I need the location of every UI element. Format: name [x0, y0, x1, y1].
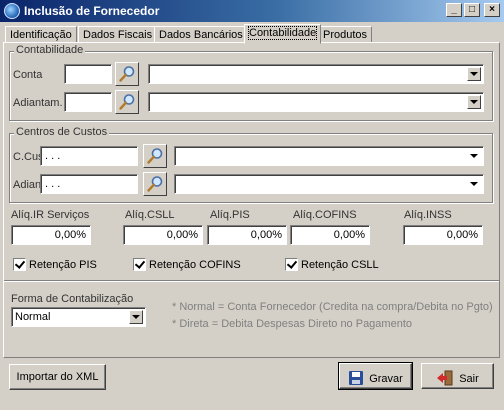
- retencao-csll-checkbox[interactable]: Retenção CSLL: [285, 258, 379, 271]
- tab-contabilidade[interactable]: Contabilidade: [244, 24, 322, 44]
- centros-de-custos-group: Centros de Custos C.Custo . . . Adiantam…: [9, 126, 493, 203]
- aliq-pis-input[interactable]: 0,00%: [207, 225, 287, 245]
- chevron-down-icon[interactable]: [467, 177, 481, 191]
- aliq-csll-label: Alíq.CSLL: [125, 209, 175, 221]
- aliq-ir-servicos-input[interactable]: 0,00%: [11, 225, 91, 245]
- ccusto-description-combo[interactable]: [174, 146, 484, 166]
- gravar-button[interactable]: Gravar: [338, 362, 413, 390]
- title-bar: Inclusão de Fornecedor _ □ ×: [0, 0, 504, 22]
- sair-button[interactable]: Sair: [421, 363, 494, 389]
- aliq-pis-label: Alíq.PIS: [210, 209, 250, 221]
- contabilidade-group: Contabilidade Conta Adiantam.: [9, 44, 493, 121]
- floppy-disk-icon: [348, 370, 364, 389]
- aliq-ir-servicos-label: Alíq.IR Serviços: [11, 209, 90, 221]
- forma-contabilizacao-label: Forma de Contabilização: [11, 293, 134, 305]
- tab-pane-contabilidade: Contabilidade Conta Adiantam. Centros de…: [3, 42, 500, 358]
- separator: [4, 280, 499, 282]
- aliq-inss-label: Alíq.INSS: [404, 209, 452, 221]
- window-title: Inclusão de Fornecedor: [24, 4, 160, 18]
- aliq-csll-input[interactable]: 0,00%: [123, 225, 203, 245]
- ccusto-adiantamento-search-button[interactable]: [143, 172, 167, 196]
- chevron-down-icon[interactable]: [467, 95, 481, 109]
- aliq-cofins-input[interactable]: 0,00%: [290, 225, 370, 245]
- conta-code-input[interactable]: [64, 64, 112, 84]
- forma-note-normal: * Normal = Conta Fornecedor (Credita na …: [172, 301, 493, 313]
- contabilidade-legend: Contabilidade: [14, 44, 86, 56]
- ccusto-code-input[interactable]: . . .: [40, 146, 138, 166]
- exit-door-icon: [436, 370, 454, 389]
- chevron-down-icon[interactable]: [467, 67, 481, 81]
- tab-dados-bancarios[interactable]: Dados Bancários: [154, 26, 248, 43]
- maximize-button[interactable]: □: [464, 3, 480, 17]
- magnifier-icon: [119, 66, 135, 82]
- conta-search-button[interactable]: [115, 62, 139, 86]
- conta-label: Conta: [13, 69, 43, 81]
- minimize-button[interactable]: _: [446, 3, 462, 17]
- magnifier-icon: [147, 148, 163, 164]
- retencao-pis-checkbox[interactable]: Retenção PIS: [13, 258, 97, 271]
- importar-xml-button[interactable]: Importar do XML: [9, 364, 106, 390]
- tab-dados-fiscais[interactable]: Dados Fiscais: [78, 26, 158, 43]
- tab-identificacao[interactable]: Identificação: [5, 26, 77, 43]
- window: Inclusão de Fornecedor _ □ × Identificaç…: [0, 0, 504, 410]
- retencao-cofins-checkbox[interactable]: Retenção COFINS: [133, 258, 241, 271]
- checkbox-checked-icon[interactable]: [133, 258, 146, 271]
- conta-adiantamento-label: Adiantam.: [13, 97, 63, 109]
- centros-de-custos-legend: Centros de Custos: [14, 126, 110, 138]
- close-button[interactable]: ×: [484, 3, 500, 17]
- aliq-cofins-label: Alíq.COFINS: [293, 209, 357, 221]
- ccusto-adiantamento-code-input[interactable]: . . .: [40, 174, 138, 194]
- checkbox-checked-icon[interactable]: [285, 258, 298, 271]
- conta-description-combo[interactable]: [148, 64, 484, 84]
- conta-adiantamento-search-button[interactable]: [115, 90, 139, 114]
- checkbox-checked-icon[interactable]: [13, 258, 26, 271]
- forma-note-direta: * Direta = Debita Despesas Direto no Pag…: [172, 318, 412, 330]
- conta-adiantamento-code-input[interactable]: [64, 92, 112, 112]
- forma-contabilizacao-select[interactable]: Normal: [11, 307, 146, 327]
- aliq-inss-input[interactable]: 0,00%: [403, 225, 483, 245]
- ccusto-adiantamento-description-combo[interactable]: [174, 174, 484, 194]
- chevron-down-icon[interactable]: [467, 149, 481, 163]
- ccusto-search-button[interactable]: [143, 144, 167, 168]
- chevron-down-icon[interactable]: [129, 310, 143, 324]
- conta-adiantamento-description-combo[interactable]: [148, 92, 484, 112]
- tab-produtos[interactable]: Produtos: [318, 26, 373, 43]
- app-globe-icon: [4, 3, 20, 19]
- magnifier-icon: [147, 176, 163, 192]
- magnifier-icon: [119, 94, 135, 110]
